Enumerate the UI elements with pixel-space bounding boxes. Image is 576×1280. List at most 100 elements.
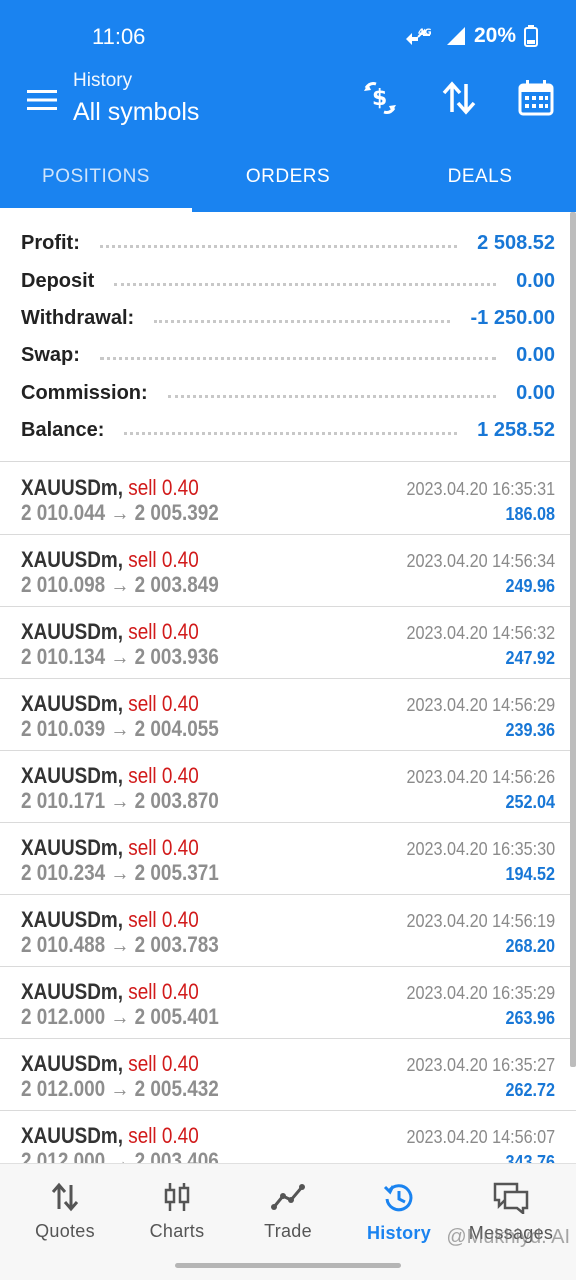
- deal-profit: 262.72: [505, 1080, 555, 1100]
- nav-label: Trade: [264, 1221, 312, 1241]
- bottom-navigation: Quotes Charts Trade History Messages @Mu…: [0, 1163, 576, 1280]
- summary-value: 0.00: [516, 344, 555, 367]
- deal-symbol: XAUUSDm, sell 0.40: [21, 619, 199, 644]
- deal-prices: 2 010.171 → 2 003.870: [21, 788, 219, 813]
- candlestick-icon: [164, 1183, 190, 1211]
- summary-label: Withdrawal:: [21, 306, 135, 329]
- list-item[interactable]: XAUUSDm, sell 0.40 2 010.234 → 2 005.371…: [0, 823, 576, 895]
- deal-prices: 2 010.044 → 2 005.392: [21, 500, 219, 525]
- history-clock-icon: [383, 1184, 413, 1212]
- calendar-button[interactable]: [514, 76, 558, 120]
- battery-percent: 20%: [473, 24, 516, 47]
- watermark: @Mukhiyd. AI: [446, 1226, 570, 1248]
- list-item[interactable]: XAUUSDm, sell 0.40 2 010.171 → 2 003.870…: [0, 751, 576, 823]
- deal-time: 2023.04.20 16:35:27: [406, 1055, 555, 1075]
- tab-deals[interactable]: DEALS: [384, 142, 576, 212]
- deal-prices: 2 012.000 → 2 005.401: [21, 1004, 219, 1029]
- list-item[interactable]: XAUUSDm, sell 0.40 2 010.134 → 2 003.936…: [0, 607, 576, 679]
- deal-side: sell 0.40: [128, 547, 199, 572]
- header-titles[interactable]: History All symbols: [73, 70, 199, 127]
- deal-prices: 2 010.234 → 2 005.371: [21, 860, 219, 885]
- summary-label: Commission:: [21, 381, 148, 404]
- summary-label: Balance:: [21, 419, 105, 442]
- currency-exchange-icon: $: [364, 82, 396, 114]
- deal-profit: 239.36: [505, 720, 555, 740]
- summary-value: 2 508.52: [477, 232, 555, 255]
- deal-time: 2023.04.20 14:56:26: [406, 767, 555, 787]
- deal-profit: 268.20: [505, 936, 555, 956]
- currency-exchange-button[interactable]: $: [358, 76, 402, 120]
- deal-side: sell 0.40: [128, 907, 199, 932]
- positions-list[interactable]: XAUUSDm, sell 0.40 2 010.044 → 2 005.392…: [0, 463, 576, 1163]
- list-item[interactable]: XAUUSDm, sell 0.40 2 012.000 → 2 003.406…: [0, 1111, 576, 1163]
- dotted-leader: [114, 282, 497, 286]
- deal-time: 2023.04.20 16:35:31: [406, 479, 555, 499]
- summary-row-profit: Profit: 2 508.52: [0, 225, 576, 262]
- deal-symbol: XAUUSDm, sell 0.40: [21, 1051, 199, 1076]
- account-summary: Profit: 2 508.52 Deposit 0.00 Withdrawal…: [0, 212, 576, 462]
- summary-label: Profit:: [21, 232, 80, 255]
- nav-quotes[interactable]: Quotes: [10, 1182, 120, 1242]
- tab-orders[interactable]: ORDERS: [192, 142, 384, 212]
- summary-row-commission: Commission: 0.00: [0, 375, 576, 412]
- deal-profit: 252.04: [505, 792, 555, 812]
- svg-text:$: $: [372, 86, 387, 111]
- trade-line-icon: [271, 1184, 305, 1210]
- deal-symbol: XAUUSDm, sell 0.40: [21, 1123, 199, 1148]
- list-item[interactable]: XAUUSDm, sell 0.40 2 010.039 → 2 004.055…: [0, 679, 576, 751]
- status-indicators: 4G 20%: [404, 24, 538, 48]
- deal-time: 2023.04.20 14:56:29: [406, 695, 555, 715]
- deal-side: sell 0.40: [128, 1051, 199, 1076]
- deal-side: sell 0.40: [128, 619, 199, 644]
- summary-label: Swap:: [21, 344, 80, 367]
- nav-label: Quotes: [35, 1221, 95, 1241]
- list-item[interactable]: XAUUSDm, sell 0.40 2 012.000 → 2 005.401…: [0, 967, 576, 1039]
- quotes-arrows-icon: [51, 1182, 79, 1212]
- summary-row-deposit: Deposit 0.00: [0, 262, 576, 299]
- hamburger-icon: [27, 90, 57, 110]
- deal-profit: 249.96: [505, 576, 555, 596]
- dotted-leader: [99, 357, 497, 361]
- deal-time: 2023.04.20 14:56:32: [406, 623, 555, 643]
- deal-side: sell 0.40: [128, 1123, 199, 1148]
- nav-history[interactable]: History: [344, 1182, 454, 1244]
- menu-button[interactable]: [22, 80, 62, 120]
- list-item[interactable]: XAUUSDm, sell 0.40 2 012.000 → 2 005.432…: [0, 1039, 576, 1111]
- deal-time: 2023.04.20 14:56:19: [406, 911, 555, 931]
- list-item[interactable]: XAUUSDm, sell 0.40 2 010.044 → 2 005.392…: [0, 463, 576, 535]
- list-item[interactable]: XAUUSDm, sell 0.40 2 010.098 → 2 003.849…: [0, 535, 576, 607]
- calendar-icon: [518, 80, 554, 116]
- summary-value: 0.00: [516, 269, 555, 292]
- deal-prices: 2 012.000 → 2 003.406: [21, 1148, 219, 1163]
- messages-icon: [493, 1182, 529, 1214]
- nav-trade[interactable]: Trade: [233, 1182, 343, 1242]
- sort-button[interactable]: [437, 76, 481, 120]
- deal-side: sell 0.40: [128, 475, 199, 500]
- history-tabs: POSITIONS ORDERS DEALS: [0, 142, 576, 212]
- network-icon: 4G: [404, 25, 438, 47]
- deal-prices: 2 010.134 → 2 003.936: [21, 644, 219, 669]
- header-subtitle: History: [73, 70, 133, 91]
- dotted-leader: [167, 394, 497, 398]
- list-item[interactable]: XAUUSDm, sell 0.40 2 010.488 → 2 003.783…: [0, 895, 576, 967]
- deal-symbol: XAUUSDm, sell 0.40: [21, 547, 199, 572]
- deal-symbol: XAUUSDm, sell 0.40: [21, 475, 199, 500]
- summary-row-balance: Balance: 1 258.52: [0, 412, 576, 449]
- deal-side: sell 0.40: [128, 691, 199, 716]
- deal-profit: 194.52: [505, 864, 555, 884]
- home-indicator[interactable]: [175, 1263, 401, 1268]
- dotted-leader: [99, 245, 458, 249]
- app-header: History All symbols $: [0, 66, 576, 142]
- battery-icon: [524, 25, 538, 47]
- summary-label: Deposit: [21, 269, 95, 292]
- deal-side: sell 0.40: [128, 979, 199, 1004]
- deal-prices: 2 010.488 → 2 003.783: [21, 932, 219, 957]
- deal-side: sell 0.40: [128, 835, 199, 860]
- nav-charts[interactable]: Charts: [122, 1182, 232, 1242]
- scrollbar[interactable]: [570, 212, 576, 1067]
- deal-time: 2023.04.20 14:56:34: [406, 551, 555, 571]
- deal-prices: 2 010.039 → 2 004.055: [21, 716, 219, 741]
- status-bar: 11:06 4G 20%: [0, 0, 576, 66]
- header-title: All symbols: [73, 98, 200, 126]
- tab-positions[interactable]: POSITIONS: [0, 142, 192, 212]
